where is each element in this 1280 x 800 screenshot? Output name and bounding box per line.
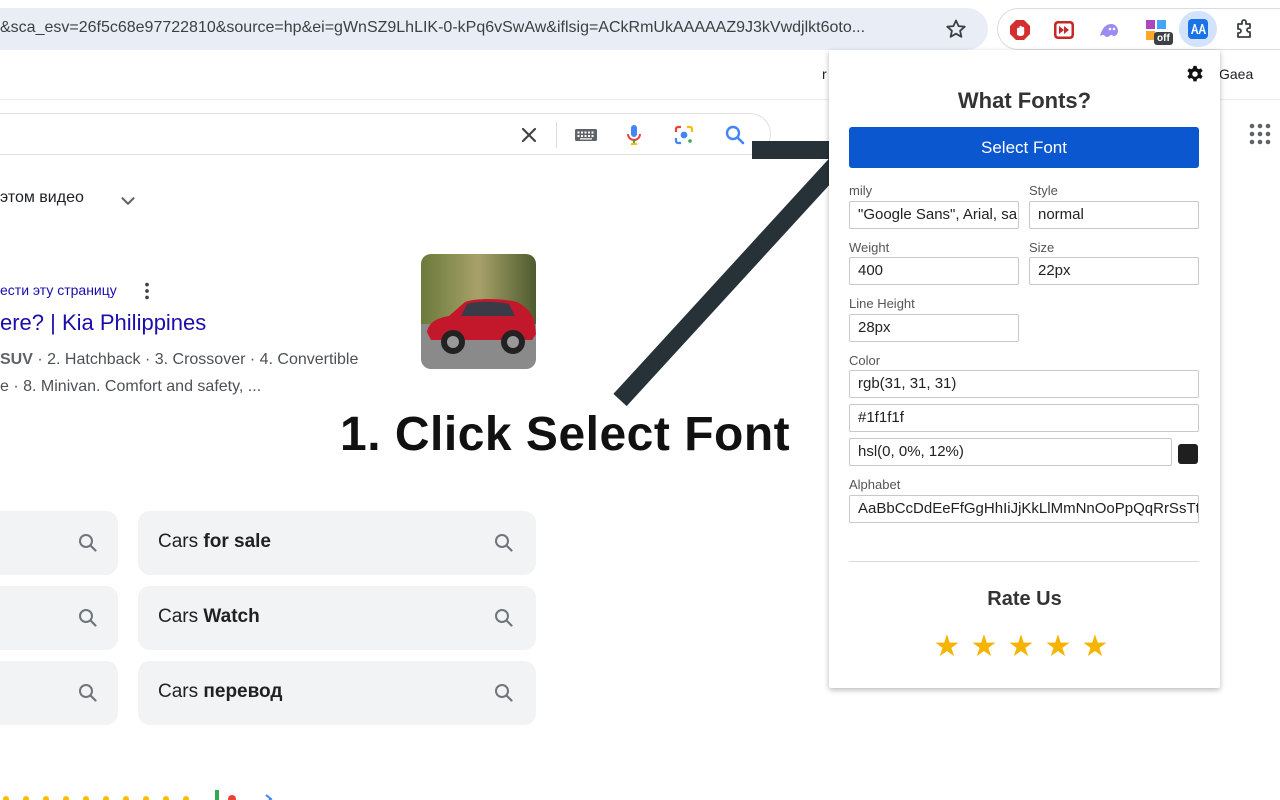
result-title-link[interactable]: ere? | Kia Philippines: [0, 310, 206, 336]
whatfonts-icon: [1188, 19, 1208, 39]
user-label[interactable]: Gaea: [1219, 66, 1253, 82]
related-search-chip[interactable]: [0, 586, 118, 650]
size-field[interactable]: 22px: [1029, 257, 1199, 285]
style-field[interactable]: normal: [1029, 201, 1199, 229]
rate-us-title: Rate Us: [987, 588, 1062, 610]
rating-stars: ★ ★ ★ ★ ★: [932, 632, 1122, 666]
snippet-bold: SUV: [0, 351, 33, 368]
family-label: mily: [849, 183, 873, 198]
style-label: Style: [1029, 183, 1058, 198]
alphabet-field[interactable]: AaBbCcDdEeFfGgHhIiJjKkLlMmNnOoPpQqRrSsTt: [849, 495, 1199, 523]
address-bar[interactable]: &sca_esv=26f5c68e97722810&source=hp&ei=g…: [0, 8, 988, 50]
star-1-icon[interactable]: ★: [932, 632, 962, 662]
video-section-toggle[interactable]: этом видео: [0, 189, 84, 207]
family-field[interactable]: "Google Sans", Arial, sans-serif: [849, 201, 1019, 229]
search-icon: [495, 609, 513, 627]
url-text[interactable]: &sca_esv=26f5c68e97722810&source=hp&ei=g…: [0, 19, 930, 37]
alphabet-label: Alphabet: [849, 477, 901, 492]
search-icon: [495, 534, 513, 552]
whatfonts-extension-button[interactable]: [1179, 11, 1217, 47]
line-height-label: Line Height: [849, 296, 915, 311]
snippet-line-1: · 2. Hatchback · 3. Crossover · 4. Conve…: [32, 351, 359, 368]
chevron-down-icon[interactable]: [117, 190, 139, 212]
related-search-label: Cars перевод: [158, 681, 283, 702]
translate-page-link[interactable]: ести эту страницу: [0, 282, 117, 298]
related-search-chip[interactable]: [0, 511, 118, 575]
tutorial-caption: 1. Click Select Font: [340, 408, 791, 461]
extensions-area: off: [997, 8, 1280, 50]
star-2-icon[interactable]: ★: [969, 632, 999, 662]
snippet-line-2: e · 8. Minivan. Comfort and safety, ...: [0, 378, 262, 395]
pagination-logo-icon: [3, 790, 273, 800]
color-hsl-field[interactable]: hsl(0, 0%, 12%): [849, 438, 1172, 466]
star-icon[interactable]: [944, 17, 968, 41]
search-icon: [495, 684, 513, 702]
keyboard-icon[interactable]: [574, 123, 598, 147]
color-rgb-field[interactable]: rgb(31, 31, 31): [849, 370, 1199, 398]
ghost-icon[interactable]: [1097, 18, 1121, 42]
color-label: Color: [849, 353, 881, 368]
extensions-puzzle-icon[interactable]: [1233, 18, 1257, 42]
more-options-icon[interactable]: [136, 280, 158, 302]
result-snippet: SUV · 2. Hatchback · 3. Crossover · 4. C…: [0, 346, 400, 400]
puzzle-off-icon[interactable]: off: [1144, 18, 1173, 45]
weight-field[interactable]: 400: [849, 257, 1019, 285]
topbar-text[interactable]: r: [822, 66, 827, 82]
color-hex-field[interactable]: #1f1f1f: [849, 404, 1199, 432]
weight-label: Weight: [849, 240, 890, 255]
related-search-label: Cars for sale: [158, 531, 271, 552]
star-4-icon[interactable]: ★: [1043, 632, 1073, 662]
adblock-icon[interactable]: [1008, 18, 1032, 42]
popup-divider: [849, 561, 1199, 562]
related-search-chip[interactable]: Cars перевод: [138, 661, 536, 725]
gear-icon[interactable]: [1184, 64, 1206, 86]
popup-title: What Fonts?: [957, 88, 1092, 113]
line-height-field[interactable]: 28px: [849, 314, 1019, 342]
whatfonts-popup: What Fonts? Select Font mily "Google San…: [829, 50, 1220, 688]
star-3-icon[interactable]: ★: [1006, 632, 1036, 662]
off-badge: off: [1154, 32, 1173, 45]
red-car-image: [421, 254, 536, 369]
related-search-chip[interactable]: [0, 661, 118, 725]
color-swatch: [1178, 444, 1198, 464]
related-search-chip[interactable]: Cars for sale: [138, 511, 536, 575]
size-label: Size: [1029, 240, 1055, 255]
fast-forward-icon[interactable]: [1052, 18, 1076, 42]
related-search-label: Cars Watch: [158, 606, 260, 627]
select-font-button[interactable]: Select Font: [849, 127, 1199, 168]
search-icon: [79, 534, 97, 552]
search-icon: [79, 684, 97, 702]
apps-grid-icon[interactable]: [1248, 122, 1272, 146]
result-thumbnail[interactable]: [421, 254, 536, 369]
clear-icon[interactable]: [517, 123, 541, 147]
related-search-chip[interactable]: Cars Watch: [138, 586, 536, 650]
search-divider: [556, 122, 557, 148]
search-icon: [79, 609, 97, 627]
star-5-icon[interactable]: ★: [1080, 632, 1110, 662]
